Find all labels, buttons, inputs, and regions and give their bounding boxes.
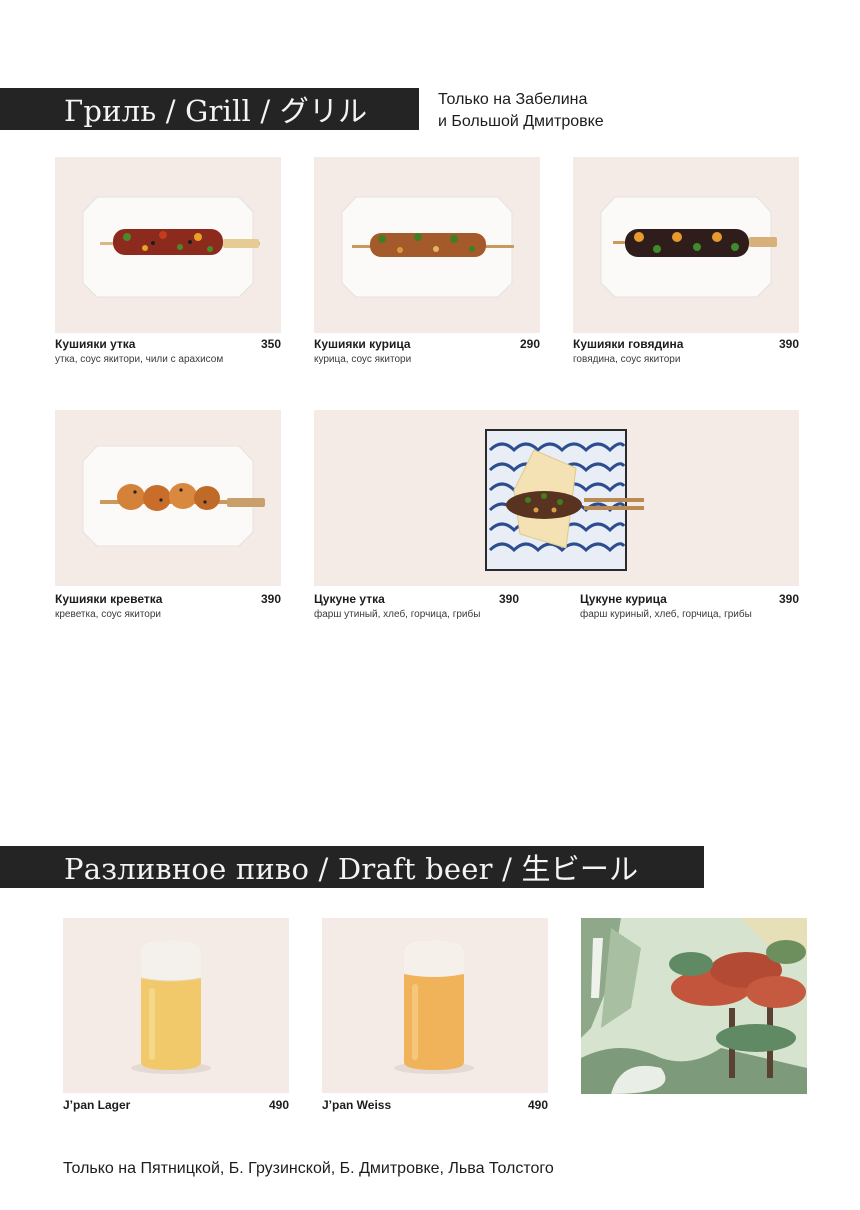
beer-section-heading: Разливное пиво / Draft beer / 生ビール [0, 846, 704, 888]
menu-item-name: J’pan Weiss [322, 1098, 392, 1112]
beef-skewer-photo [573, 157, 799, 333]
menu-item-name: J’pan Lager [63, 1098, 131, 1112]
menu-item-price: 490 [527, 1098, 548, 1112]
grill-availability-line2: и Большой Дмитровке [438, 113, 604, 130]
chicken-skewer-photo [314, 157, 540, 333]
menu-item-price: 390 [498, 592, 519, 606]
menu-item-description: утка, соус якитори, чили с арахисом [55, 354, 224, 365]
menu-item-description: фарш куриный, хлеб, горчица, грибы [580, 609, 752, 620]
menu-item-price: 390 [778, 592, 799, 606]
menu-item-price: 390 [778, 337, 799, 351]
menu-item-price: 490 [268, 1098, 289, 1112]
landscape-illustration [581, 918, 807, 1094]
menu-item-description: курица, соус якитори [314, 354, 412, 365]
menu-item-name: Цукуне утка [314, 592, 385, 606]
menu-item-name: Цукуне курица [580, 592, 667, 606]
shrimp-skewer-photo [55, 410, 281, 586]
beer-heading-text: Разливное пиво / Draft beer / 生ビール [64, 852, 639, 886]
duck-skewer-photo [55, 157, 281, 333]
grill-heading-text: Гриль / Grill / グリル [64, 94, 368, 128]
grill-section-heading: Гриль / Grill / グリル [0, 88, 419, 130]
grill-availability-note: Только на Забелина и Большой Дмитровке [438, 89, 604, 133]
menu-item-description: фарш утиный, хлеб, горчица, грибы [314, 609, 481, 620]
menu-item-name: Кушияки курица [314, 337, 411, 351]
menu-item-name: Кушияки говядина [573, 337, 684, 351]
beer-availability-note: Только на Пятницкой, Б. Грузинской, Б. Д… [63, 1160, 554, 1177]
grill-availability-line1: Только на Забелина [438, 91, 588, 108]
menu-item-description: креветка, соус якитори [55, 609, 162, 620]
menu-item-name: Кушияки креветка [55, 592, 163, 606]
weiss-glass-photo [322, 918, 548, 1093]
menu-item-price: 390 [260, 592, 281, 606]
menu-item-name: Кушияки утка [55, 337, 136, 351]
menu-item-price: 350 [260, 337, 281, 351]
lager-glass-photo [63, 918, 289, 1093]
tsukune-photo [314, 410, 799, 586]
menu-item-description: говядина, соус якитори [573, 354, 681, 365]
menu-item-price: 290 [519, 337, 540, 351]
